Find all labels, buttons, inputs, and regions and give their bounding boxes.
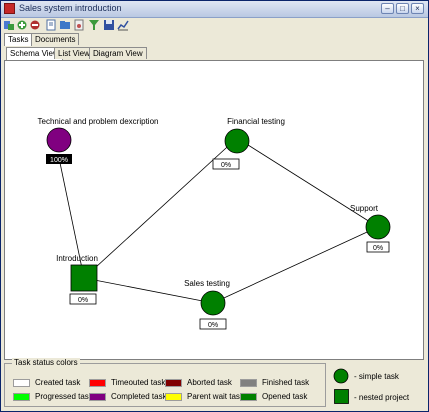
legend-label: - simple task <box>354 372 399 381</box>
minimize-icon: – <box>385 4 390 13</box>
close-button[interactable]: × <box>411 3 424 14</box>
nested-project-square-icon <box>334 389 349 404</box>
color-swatch <box>89 393 106 401</box>
tab-diagram-view[interactable]: Diagram View <box>89 47 147 59</box>
legend-label: Aborted task <box>187 378 232 387</box>
tab-list-view[interactable]: List View <box>54 47 94 59</box>
node-introduction[interactable]: Introduction 0% <box>56 254 98 305</box>
filter-icon <box>89 20 99 30</box>
task-circle <box>224 128 250 154</box>
document-button[interactable] <box>45 19 57 31</box>
add-icon <box>17 20 27 30</box>
open-button[interactable] <box>59 19 71 31</box>
color-swatch <box>89 379 106 387</box>
task-status-colors-group: Task status colors Created task Progress… <box>4 358 326 407</box>
remove-icon <box>30 20 40 30</box>
legend-label: Timeouted task <box>111 378 166 387</box>
group-title: Task status colors <box>12 358 80 367</box>
new-task-icon <box>4 21 14 30</box>
save-button[interactable] <box>103 19 115 31</box>
main-tab-bar: Tasks Documents <box>1 33 428 46</box>
window-title: Sales system introduction <box>19 3 122 13</box>
tab-documents[interactable]: Documents <box>31 33 80 45</box>
color-swatch <box>165 379 182 387</box>
tab-list-view-label: List View <box>58 49 90 58</box>
task-circle <box>200 290 226 316</box>
app-icon <box>4 3 15 14</box>
maximize-button[interactable]: □ <box>396 3 409 14</box>
close-icon: × <box>415 4 420 13</box>
tab-diagram-view-label: Diagram View <box>93 49 143 58</box>
legend-label: Parent wait task <box>187 392 244 401</box>
document-icon <box>46 19 56 31</box>
node-label: Support <box>350 204 379 213</box>
percent-label: 0% <box>78 297 88 304</box>
node-label: Technical and problem dexcription <box>38 117 159 126</box>
schema-canvas[interactable]: Technical and problem dexcription 100% F… <box>4 60 424 360</box>
node-label: Financial testing <box>227 117 285 126</box>
node-technical-description[interactable]: Technical and problem dexcription 100% <box>38 117 159 164</box>
edge-sales-support <box>212 226 379 304</box>
percent-label: 100% <box>50 157 68 164</box>
legend-label: - nested project <box>354 393 410 402</box>
color-swatch <box>13 393 30 401</box>
color-swatch <box>13 379 30 387</box>
node-label: Sales testing <box>184 279 230 288</box>
maximize-icon: □ <box>400 4 405 13</box>
attach-icon <box>74 19 84 31</box>
color-swatch <box>165 393 182 401</box>
new-task-button[interactable] <box>3 19 15 31</box>
legend-label: Completed task <box>111 392 167 401</box>
open-icon <box>60 21 70 29</box>
legend-label: Progressed task <box>35 392 93 401</box>
schema-diagram: Technical and problem dexcription 100% F… <box>38 117 391 330</box>
color-swatch <box>240 393 257 401</box>
edge-financial-support <box>236 137 379 228</box>
legend-label: Finished task <box>262 378 310 387</box>
remove-button[interactable] <box>29 19 41 31</box>
color-swatch <box>240 379 257 387</box>
toolbar <box>1 18 428 32</box>
node-support[interactable]: Support 0% <box>350 204 391 253</box>
task-circle <box>46 127 72 153</box>
tab-schema-view-label: Schema View <box>10 49 59 58</box>
minimize-button[interactable]: – <box>381 3 394 14</box>
node-sales-testing[interactable]: Sales testing 0% <box>184 279 230 330</box>
save-icon <box>104 20 114 30</box>
add-button[interactable] <box>16 19 28 31</box>
chart-button[interactable] <box>117 19 129 31</box>
tab-tasks[interactable]: Tasks <box>4 33 33 46</box>
percent-label: 0% <box>208 322 218 329</box>
filter-button[interactable] <box>88 19 100 31</box>
legend-label: Opened task <box>262 392 308 401</box>
view-tab-bar: Schema View List View Diagram View <box>4 47 424 60</box>
tab-tasks-label: Tasks <box>8 35 29 44</box>
tab-documents-label: Documents <box>35 35 76 44</box>
task-circle <box>365 214 391 240</box>
attach-button[interactable] <box>73 19 85 31</box>
title-bar[interactable]: Sales system introduction – □ × <box>1 1 428 18</box>
legend-label: Created task <box>35 378 81 387</box>
simple-task-circle-icon <box>333 368 349 384</box>
percent-label: 0% <box>373 245 383 252</box>
app-window: Sales system introduction – □ × Tasks Do… <box>0 0 429 412</box>
project-square <box>70 264 98 292</box>
chart-icon <box>117 20 129 31</box>
percent-label: 0% <box>221 162 231 169</box>
node-label: Introduction <box>56 254 98 263</box>
